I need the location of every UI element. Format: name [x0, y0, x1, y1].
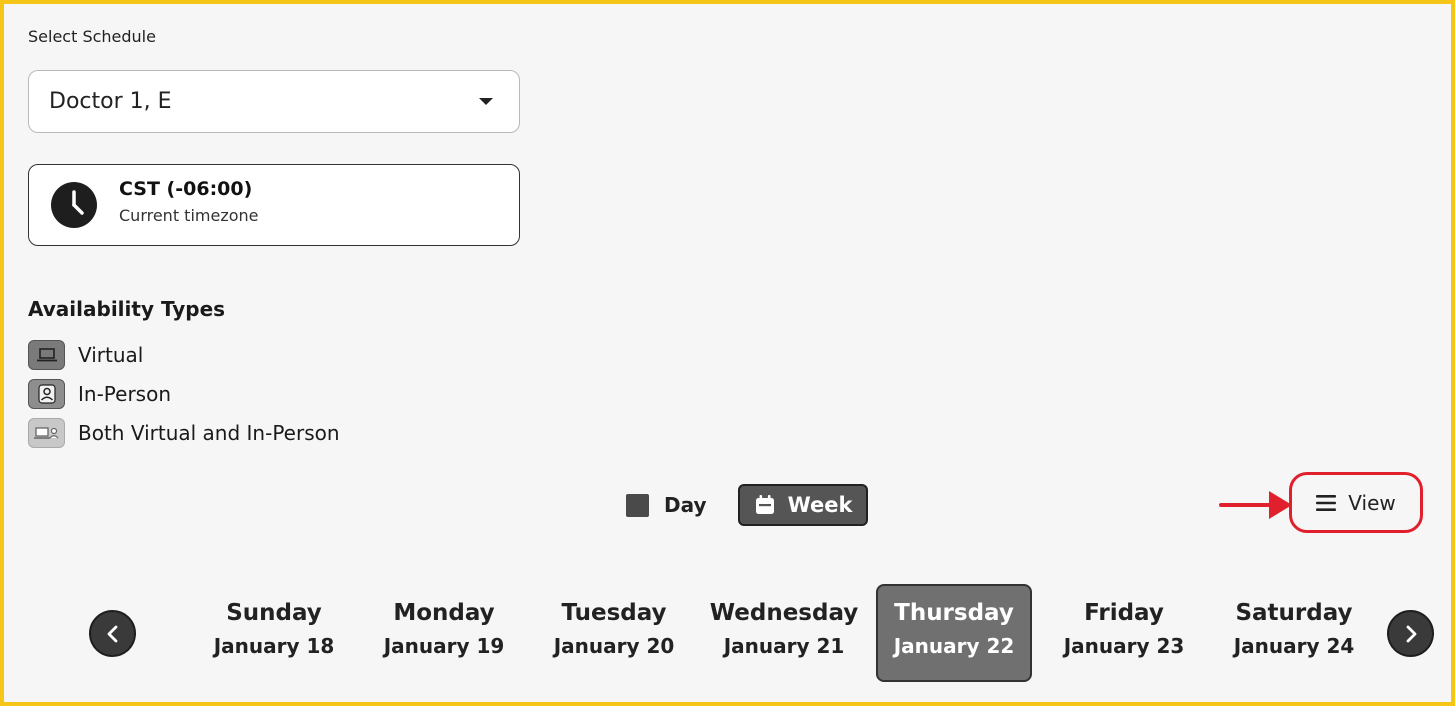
previous-week-button[interactable] [89, 610, 136, 657]
day-name: Wednesday [709, 600, 859, 626]
day-date: January 20 [553, 634, 675, 658]
chevron-right-icon [1406, 625, 1416, 642]
day-column-wednesday[interactable]: Wednesday January 21 [706, 584, 862, 682]
day-view-label: Day [664, 493, 707, 517]
day-column-friday[interactable]: Friday January 23 [1046, 584, 1202, 682]
caret-down-icon [479, 98, 493, 105]
laptop-person-icon [28, 418, 65, 448]
day-name: Tuesday [561, 600, 667, 626]
day-name: Saturday [1235, 600, 1353, 626]
calendar-icon [755, 495, 774, 514]
next-week-button[interactable] [1387, 610, 1434, 657]
day-column-monday[interactable]: Monday January 19 [366, 584, 522, 682]
day-date: January 18 [213, 634, 335, 658]
day-square-icon [626, 493, 649, 517]
day-name: Monday [393, 600, 495, 626]
schedule-dropdown-value: Doctor 1, E [49, 89, 172, 114]
schedule-dropdown[interactable]: Doctor 1, E [28, 70, 520, 133]
day-column-tuesday[interactable]: Tuesday January 20 [536, 584, 692, 682]
day-date: January 24 [1233, 634, 1355, 658]
legend-item-virtual: Virtual [28, 340, 143, 370]
day-date: January 21 [723, 634, 845, 658]
view-menu-label: View [1348, 490, 1396, 515]
annotation-arrow-icon [1219, 491, 1292, 519]
day-view-button[interactable]: Day [626, 484, 707, 526]
day-column-saturday[interactable]: Saturday January 24 [1216, 584, 1372, 682]
day-name: Sunday [226, 600, 322, 626]
legend-label-in-person: In-Person [78, 382, 171, 406]
legend-label-both: Both Virtual and In-Person [78, 421, 340, 445]
day-column-sunday[interactable]: Sunday January 18 [196, 584, 352, 682]
week-view-button[interactable]: Week [738, 484, 868, 526]
legend-item-both: Both Virtual and In-Person [28, 418, 340, 448]
laptop-icon [28, 340, 65, 370]
timezone-title: CST (-06:00) [119, 177, 253, 200]
week-view-label: Week [787, 493, 853, 517]
person-icon [28, 379, 65, 409]
availability-heading: Availability Types [28, 297, 226, 321]
timezone-card: CST (-06:00) Current timezone [28, 164, 520, 246]
day-column-thursday[interactable]: Thursday January 22 [876, 584, 1032, 682]
day-name: Friday [1084, 600, 1164, 626]
legend-label-virtual: Virtual [78, 343, 144, 367]
timezone-subtitle: Current timezone [119, 205, 259, 225]
legend-item-in-person: In-Person [28, 379, 171, 409]
chevron-left-icon [107, 625, 117, 642]
clock-icon [51, 182, 97, 228]
view-menu-button[interactable]: View [1289, 472, 1423, 533]
day-date: January 19 [383, 634, 505, 658]
select-schedule-label: Select Schedule [28, 27, 156, 46]
day-date: January 23 [1063, 634, 1185, 658]
day-name: Thursday [894, 600, 1014, 626]
day-date: January 22 [893, 634, 1015, 658]
hamburger-icon [1316, 494, 1337, 511]
